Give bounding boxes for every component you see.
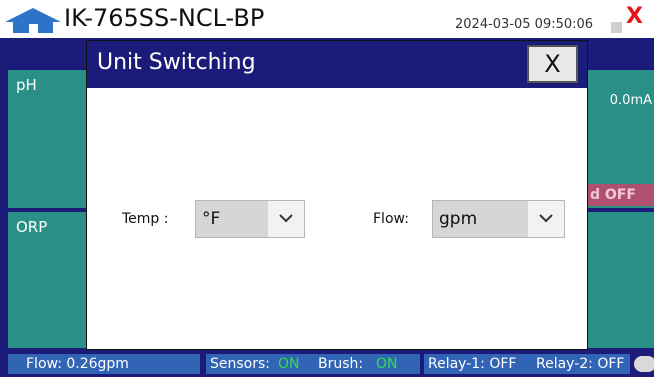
relay-1-status: Relay-1: OFF (428, 356, 517, 372)
toggle-icon[interactable] (634, 356, 654, 372)
dialog-title: Unit Switching (97, 50, 256, 75)
temp-dropdown-toggle[interactable] (268, 201, 304, 237)
sensors-label: Sensors: (210, 356, 270, 372)
dialog-header: Unit Switching X (87, 41, 587, 88)
orp-panel[interactable]: ORP (8, 212, 86, 348)
status-indicator (611, 22, 622, 33)
close-app-button[interactable]: X (626, 4, 643, 30)
flow-unit-select[interactable]: gpm (432, 200, 565, 238)
orp-label: ORP (16, 218, 48, 236)
status-bar: Flow: 0.26gpm Sensors: ON Brush: ON Rela… (0, 351, 654, 377)
output-value: 0.0mA (609, 93, 652, 108)
unit-switching-dialog: Unit Switching X Temp : °F Flow: gpm (86, 40, 588, 350)
temp-unit-select[interactable]: °F (195, 200, 305, 238)
relay-segment: Relay-1: OFF Relay-2: OFF (424, 354, 630, 374)
secondary-panel[interactable] (588, 212, 654, 348)
top-bar: IK-765SS-NCL-BP 2024-03-05 09:50:06 X (0, 0, 654, 38)
temp-label: Temp : (122, 211, 169, 227)
status-badge: d OFF (588, 184, 654, 206)
temp-unit-value: °F (202, 209, 221, 229)
flow-segment: Flow: 0.26gpm (8, 354, 200, 374)
sensors-brush-segment: Sensors: ON Brush: ON (206, 354, 420, 374)
flow-unit-value: gpm (439, 209, 478, 229)
flow-label: Flow: (373, 211, 409, 227)
ph-label: pH (16, 76, 37, 94)
datetime: 2024-03-05 09:50:06 (455, 17, 594, 32)
brush-value: ON (376, 356, 398, 372)
home-icon[interactable] (4, 6, 62, 34)
sensors-value: ON (278, 356, 300, 372)
chevron-down-icon (539, 214, 553, 223)
brush-label: Brush: (318, 356, 364, 372)
relay-2-status: Relay-2: OFF (536, 356, 625, 372)
chevron-down-icon (279, 214, 293, 223)
ph-panel[interactable]: pH (8, 70, 86, 208)
dialog-close-button[interactable]: X (527, 45, 578, 83)
app-title: IK-765SS-NCL-BP (64, 4, 265, 32)
flow-status: Flow: 0.26gpm (26, 356, 129, 372)
flow-dropdown-toggle[interactable] (528, 201, 564, 237)
